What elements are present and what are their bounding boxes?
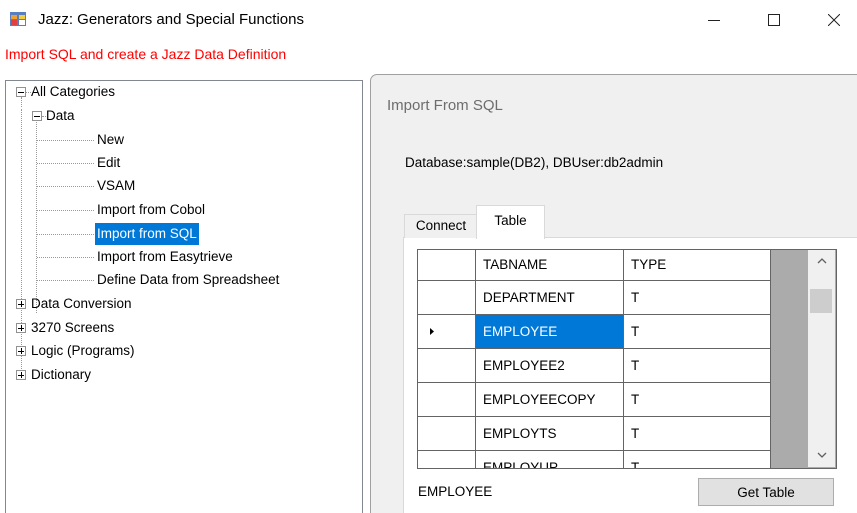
table-row-type[interactable]: T — [624, 383, 771, 417]
tree-node-logic[interactable]: Logic (Programs) — [31, 340, 135, 362]
tab-table[interactable]: Table — [476, 205, 545, 239]
tree-line — [37, 280, 94, 281]
tree-item-import-cobol[interactable]: Import from Cobol — [97, 199, 205, 221]
expand-icon[interactable] — [16, 370, 26, 380]
tree-node-data[interactable]: Data — [46, 105, 75, 127]
tree-line — [36, 115, 37, 313]
table-row-type[interactable]: T — [624, 315, 771, 349]
minimize-button[interactable] — [691, 0, 737, 40]
grid-vertical-scrollbar[interactable] — [808, 250, 835, 467]
column-header-tabname[interactable]: TABNAME — [476, 250, 624, 281]
tree-item-vsam[interactable]: VSAM — [97, 175, 135, 197]
column-header-type[interactable]: TYPE — [624, 250, 771, 281]
row-header[interactable] — [418, 417, 476, 451]
tree-item-import-sql[interactable]: Import from SQL — [95, 223, 199, 245]
maximize-button[interactable] — [751, 0, 797, 40]
scroll-up-button[interactable] — [808, 250, 835, 272]
chevron-down-icon — [817, 452, 826, 458]
expand-icon[interactable] — [16, 346, 26, 356]
grid-corner — [418, 250, 476, 281]
table-row-tabname[interactable]: EMPLOYUP — [476, 451, 624, 468]
tables-grid[interactable]: TABNAME TYPE DEPARTMENT T EMPLOYEE T EMP… — [417, 249, 837, 469]
database-info: Database:sample(DB2), DBUser:db2admin — [405, 155, 664, 170]
window-title: Jazz: Generators and Special Functions — [38, 11, 304, 28]
tree-line — [37, 186, 94, 187]
row-header[interactable] — [418, 349, 476, 383]
scroll-down-button[interactable] — [808, 444, 835, 466]
row-header[interactable] — [418, 451, 476, 468]
tree-line — [37, 163, 94, 164]
tree-line — [37, 210, 94, 211]
tree-line — [37, 257, 94, 258]
chevron-up-icon — [817, 258, 826, 264]
tree-node-data-conversion[interactable]: Data Conversion — [31, 293, 132, 315]
collapse-icon[interactable] — [32, 111, 42, 121]
title-bar: Jazz: Generators and Special Functions — [0, 0, 857, 40]
expand-icon[interactable] — [16, 323, 26, 333]
row-header[interactable] — [418, 315, 476, 349]
current-row-icon — [430, 328, 434, 335]
table-row-tabname[interactable]: EMPLOYEE2 — [476, 349, 624, 383]
row-header[interactable] — [418, 281, 476, 315]
table-row-tabname[interactable]: DEPARTMENT — [476, 281, 624, 315]
table-row-type[interactable]: T — [624, 281, 771, 315]
close-icon — [828, 14, 840, 26]
close-button[interactable] — [811, 0, 857, 40]
tree-root[interactable]: All Categories — [31, 81, 115, 103]
expand-icon[interactable] — [16, 299, 26, 309]
tree-line — [21, 109, 22, 379]
table-row-type[interactable]: T — [624, 349, 771, 383]
category-tree[interactable]: All Categories Data New Edit VSAM Import… — [5, 80, 363, 513]
tree-line — [37, 140, 94, 141]
minimize-icon — [708, 20, 720, 21]
tree-node-dictionary[interactable]: Dictionary — [31, 364, 91, 386]
table-row-tabname[interactable]: EMPLOYEE — [476, 315, 624, 349]
panel-header: Import From SQL — [387, 97, 503, 114]
page-subtitle: Import SQL and create a Jazz Data Defini… — [5, 46, 287, 62]
maximize-icon — [768, 14, 780, 26]
tab-connect[interactable]: Connect — [404, 214, 478, 238]
tree-item-new[interactable]: New — [97, 129, 124, 151]
tree-line — [21, 97, 22, 107]
tree-item-define-spreadsheet[interactable]: Define Data from Spreadsheet — [97, 269, 279, 291]
table-row-tabname[interactable]: EMPLOYEECOPY — [476, 383, 624, 417]
scroll-thumb[interactable] — [810, 289, 832, 313]
table-row-tabname[interactable]: EMPLOYTS — [476, 417, 624, 451]
get-table-button[interactable]: Get Table — [698, 478, 834, 506]
tree-line — [37, 234, 94, 235]
tree-item-import-easytrieve[interactable]: Import from Easytrieve — [97, 246, 233, 268]
tree-item-edit[interactable]: Edit — [97, 152, 120, 174]
table-row-type[interactable]: T — [624, 451, 771, 468]
selected-table-label: EMPLOYEE — [418, 484, 493, 499]
table-row-type[interactable]: T — [624, 417, 771, 451]
row-header[interactable] — [418, 383, 476, 417]
tree-node-3270-screens[interactable]: 3270 Screens — [31, 317, 114, 339]
collapse-icon[interactable] — [16, 87, 26, 97]
app-icon — [10, 12, 26, 26]
